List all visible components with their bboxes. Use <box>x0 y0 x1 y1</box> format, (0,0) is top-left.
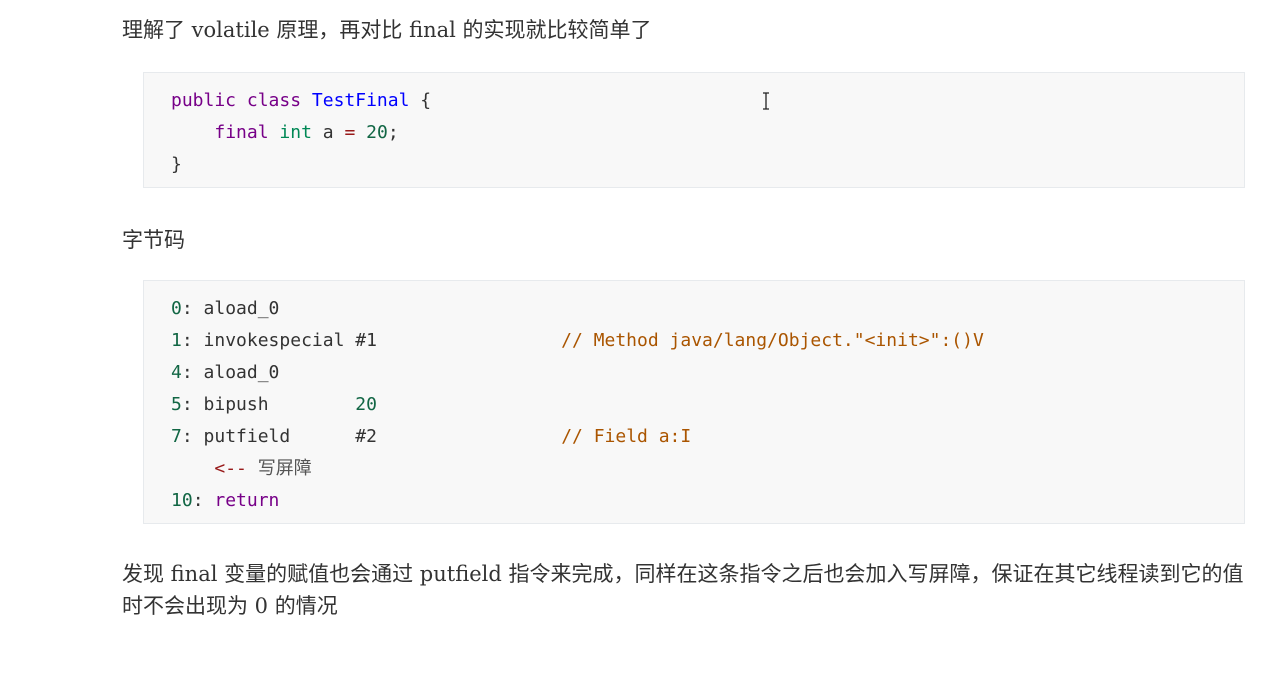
bytecode-comment: // Field a:I <box>561 426 692 447</box>
code-line-3: } <box>171 149 1244 181</box>
bytecode-comment: // Method java/lang/Object."<init>":()V <box>561 330 984 351</box>
bytecode-argument: #2 <box>355 426 377 447</box>
bytecode-line-1: 1: invokespecial #1 // Method java/lang/… <box>171 330 984 351</box>
bytecode-instruction: putfield <box>203 426 291 447</box>
semicolon: ; <box>387 122 399 143</box>
number-literal: 20 <box>366 122 388 143</box>
bytecode-index: 10 <box>171 490 193 511</box>
bytecode-line-7: 7: putfield #2 // Field a:I <box>171 426 692 447</box>
bytecode-index: 1 <box>171 330 182 351</box>
java-code-block[interactable]: public class TestFinal { final int a = 2… <box>143 72 1245 188</box>
keyword-int: int <box>279 122 312 143</box>
bytecode-heading: 字节码 <box>122 228 185 252</box>
keyword-class: class <box>246 90 302 111</box>
variable-name: a <box>322 122 334 143</box>
bytecode-instruction: aload_0 <box>203 298 280 319</box>
bytecode-line-0: 0: aload_0 <box>171 298 280 319</box>
class-name: TestFinal <box>311 90 410 111</box>
bytecode-instruction: bipush <box>203 394 269 415</box>
bytecode-instruction: return <box>214 490 280 511</box>
barrier-arrow: <-- <box>214 458 247 479</box>
bytecode-block[interactable]: 0: aload_0 1: invokespecial #1 // Method… <box>143 280 1245 524</box>
assign-operator: = <box>344 122 356 143</box>
bytecode-line-10: 10: return <box>171 490 280 511</box>
code-line-2: final int a = 20; <box>171 117 1244 149</box>
bytecode-argument: 20 <box>355 394 377 415</box>
bytecode-index: 5 <box>171 394 182 415</box>
conclusion-paragraph: 发现 final 变量的赋值也会通过 putfield 指令来完成，同样在这条指… <box>122 562 1244 618</box>
bytecode-index: 7 <box>171 426 182 447</box>
bytecode-line-4: 4: aload_0 <box>171 362 280 383</box>
text-cursor-icon <box>763 92 769 110</box>
bytecode-line-5: 5: bipush 20 <box>171 394 377 415</box>
bytecode-index: 4 <box>171 362 182 383</box>
bytecode-index: 0 <box>171 298 182 319</box>
code-line-1: public class TestFinal { <box>171 85 1244 117</box>
write-barrier-line: <-- 写屏障 <box>171 453 1244 485</box>
open-brace: { <box>420 90 432 111</box>
bytecode-instruction: aload_0 <box>203 362 280 383</box>
barrier-label: 写屏障 <box>257 458 312 479</box>
close-brace: } <box>171 154 182 175</box>
intro-paragraph: 理解了 volatile 原理，再对比 final 的实现就比较简单了 <box>122 18 652 42</box>
keyword-final: final <box>214 122 269 143</box>
bytecode-instruction: invokespecial #1 <box>203 330 377 351</box>
keyword-public: public <box>171 90 237 111</box>
